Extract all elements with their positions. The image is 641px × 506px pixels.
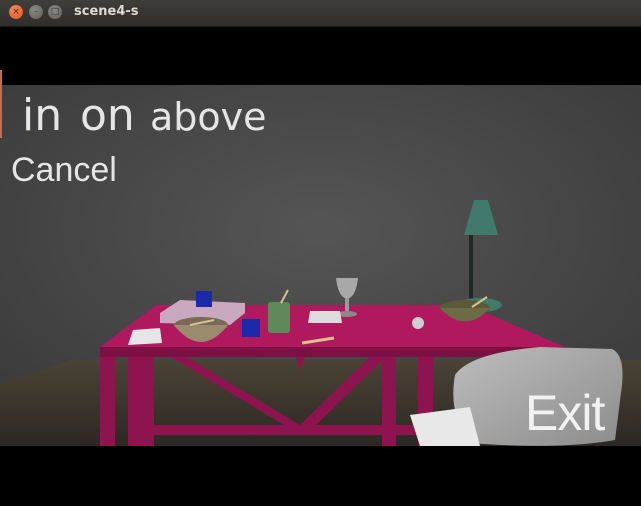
close-icon[interactable]: × bbox=[9, 5, 23, 19]
window-titlebar: × – □ scene4-s bbox=[0, 0, 641, 27]
notepad bbox=[128, 328, 162, 345]
paper-sheet bbox=[308, 311, 342, 323]
maximize-icon[interactable]: □ bbox=[48, 5, 62, 19]
option-on[interactable]: on bbox=[80, 90, 135, 141]
ball bbox=[412, 317, 424, 329]
option-above[interactable]: above bbox=[150, 95, 267, 139]
left-edge-marker bbox=[0, 70, 2, 138]
cancel-button[interactable]: Cancel bbox=[11, 151, 117, 190]
blue-cube bbox=[242, 319, 260, 337]
window-title: scene4-s bbox=[74, 4, 139, 19]
option-in[interactable]: in bbox=[22, 90, 62, 141]
exit-label: Exit bbox=[525, 385, 605, 441]
minimize-icon[interactable]: – bbox=[29, 5, 43, 19]
